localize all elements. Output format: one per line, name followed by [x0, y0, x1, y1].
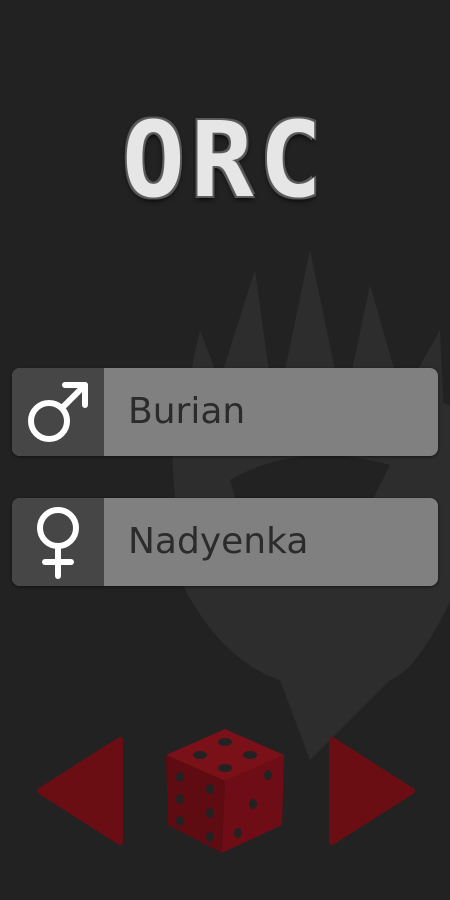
- male-symbol-box: [12, 368, 104, 456]
- female-name-text: Nadyenka: [128, 521, 309, 562]
- male-name-text: Burian: [128, 391, 246, 432]
- male-name-row[interactable]: Burian: [12, 368, 438, 456]
- previous-race-button[interactable]: [36, 736, 126, 846]
- left-arrow-icon: [37, 737, 123, 845]
- female-symbol-icon: [37, 507, 79, 579]
- female-name-row[interactable]: Nadyenka: [12, 498, 438, 586]
- right-arrow-icon: [329, 737, 415, 845]
- male-symbol-icon: [28, 382, 88, 442]
- dice-icon: [166, 729, 284, 853]
- randomize-dice-button[interactable]: [160, 725, 290, 857]
- page-title: ORC: [122, 99, 328, 221]
- female-symbol-box: [12, 498, 104, 586]
- next-race-button[interactable]: [326, 736, 416, 846]
